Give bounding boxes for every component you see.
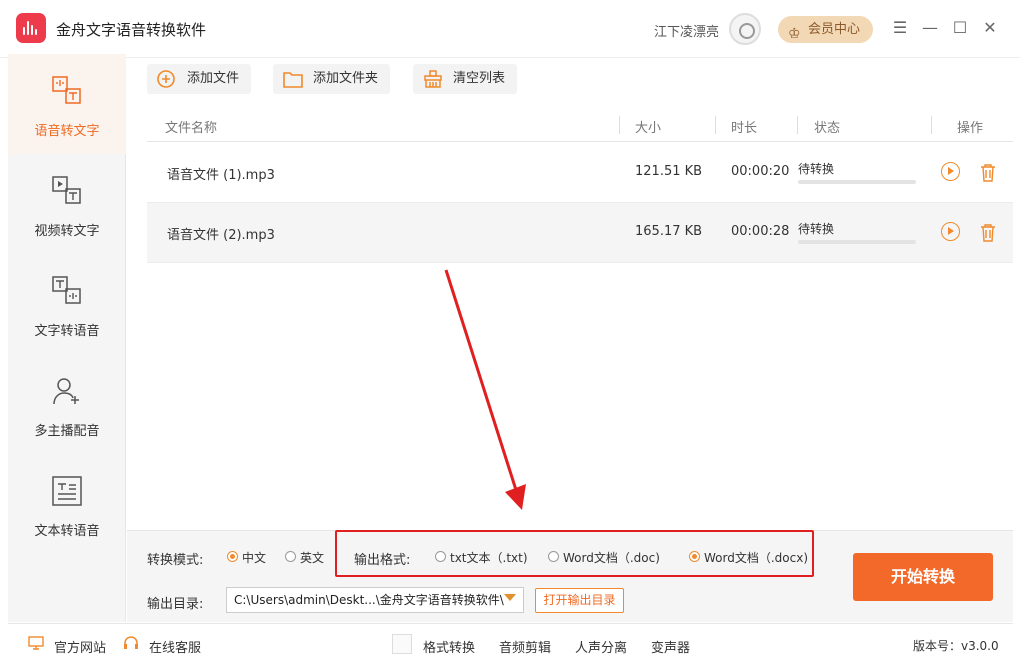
file-size: 165.17 KB [635,224,703,239]
column-divider[interactable] [931,116,932,134]
mode-radio-chinese-label[interactable]: 中文 [242,549,266,566]
footer-tool-vocal-separation[interactable]: 人声分离 [575,637,627,656]
sidebar-item-label: 文字转语音 [34,324,100,339]
play-icon[interactable] [941,222,960,241]
output-path-field[interactable]: C:\Users\admin\Deskt...\金舟文字语音转换软件\ [226,587,524,613]
table-row[interactable]: 语音文件 (2).mp3 165.17 KB 00:00:28 待转换 [147,203,1013,263]
footer: 官方网站 在线客服 格式转换 音频剪辑 人声分离 变声器 版本号：v3.0.0 [8,623,1013,663]
username[interactable]: 江下凌漂亮 [654,21,719,40]
menu-icon[interactable]: ☰ [890,18,910,38]
add-file-label: 添加文件 [187,71,240,86]
file-status: 待转换 [798,222,835,236]
file-status: 待转换 [798,162,835,176]
document-to-speech-icon [52,476,82,506]
sidebar-item-speech-to-text[interactable]: 语音转文字 [8,54,126,154]
footer-tool-voice-changer[interactable]: 变声器 [651,637,690,656]
add-folder-label: 添加文件夹 [313,71,379,86]
tools-icon [392,634,412,654]
sidebar-item-video-to-text[interactable]: 视频转文字 [8,154,126,254]
broom-icon [423,70,442,88]
crown-icon: ♔ [788,26,801,42]
official-website-link[interactable]: 官方网站 [54,637,106,656]
clear-list-button[interactable]: 清空列表 [413,64,518,94]
headset-icon [123,636,139,650]
vip-center-label: 会员中心 [808,22,861,37]
sidebar-item-label: 语音转文字 [34,124,100,139]
mode-radio-english[interactable] [285,551,296,562]
mode-radio-chinese[interactable] [227,551,238,562]
trash-icon[interactable] [980,163,996,182]
play-icon[interactable] [941,162,960,181]
folder-icon [283,70,303,88]
column-header-action: 操作 [957,121,984,136]
column-header-duration[interactable]: 时长 [731,117,757,136]
online-support-link[interactable]: 在线客服 [149,637,201,656]
mode-radio-english-label[interactable]: 英文 [300,549,324,566]
close-button[interactable]: ✕ [980,18,1000,38]
maximize-button[interactable]: ☐ [950,18,970,38]
video-to-text-icon [52,176,82,206]
sidebar-item-label: 文本转语音 [34,524,100,539]
version-label: 版本号：v3.0.0 [913,639,999,653]
sidebar-item-label: 视频转文字 [34,224,100,239]
column-header-status[interactable]: 状态 [814,117,840,136]
app-title: 金舟文字语音转换软件 [56,21,207,39]
add-folder-button[interactable]: 添加文件夹 [273,64,391,94]
app-logo-icon [16,13,46,43]
column-divider[interactable] [619,116,620,134]
sidebar: 语音转文字 视频转文字 文字转语音 多主播配音 文本转语音 [8,54,126,622]
column-header-size[interactable]: 大小 [635,117,661,136]
add-file-button[interactable]: 添加文件 [147,64,252,94]
speech-to-text-icon [52,76,82,106]
table-row[interactable]: 语音文件 (1).mp3 121.51 KB 00:00:20 待转换 [147,143,1013,203]
minimize-button[interactable]: — [920,18,940,38]
clear-list-label: 清空列表 [453,71,506,86]
open-output-dir-button[interactable]: 打开输出目录 [535,588,624,613]
footer-tool-format-convert[interactable]: 格式转换 [423,637,475,656]
file-size: 121.51 KB [635,164,703,179]
file-duration: 00:00:28 [731,224,790,239]
progress-bar [798,240,916,244]
file-name: 语音文件 (2).mp3 [167,228,275,243]
title-bar: 金舟文字语音转换软件 江下凌漂亮 ♔ 会员中心 ☰ — ☐ ✕ [0,0,1020,58]
start-convert-button[interactable]: 开始转换 [853,553,993,601]
sidebar-item-document-to-speech[interactable]: 文本转语音 [8,454,126,554]
file-duration: 00:00:20 [731,164,790,179]
chevron-down-icon[interactable] [504,594,516,601]
multi-voice-icon [52,376,82,406]
sidebar-item-multi-voice[interactable]: 多主播配音 [8,354,126,454]
add-circle-icon [157,70,175,88]
output-dir-label: 输出目录: [147,597,204,612]
trash-icon[interactable] [980,223,996,242]
text-to-speech-icon [52,276,82,306]
sidebar-item-text-to-speech[interactable]: 文字转语音 [8,254,126,354]
file-table-header: 文件名称 大小 时长 状态 操作 [147,110,1013,142]
column-header-name[interactable]: 文件名称 [165,117,217,136]
column-divider[interactable] [715,116,716,134]
vip-center-button[interactable]: ♔ 会员中心 [778,16,873,43]
highlight-box [335,530,814,577]
sidebar-item-label: 多主播配音 [34,424,100,439]
column-divider[interactable] [797,116,798,134]
file-name: 语音文件 (1).mp3 [167,168,275,183]
progress-bar [798,180,916,184]
footer-tool-audio-edit[interactable]: 音频剪辑 [499,637,551,656]
mode-label: 转换模式: [147,553,204,568]
monitor-icon [28,636,44,650]
avatar[interactable] [729,13,761,45]
